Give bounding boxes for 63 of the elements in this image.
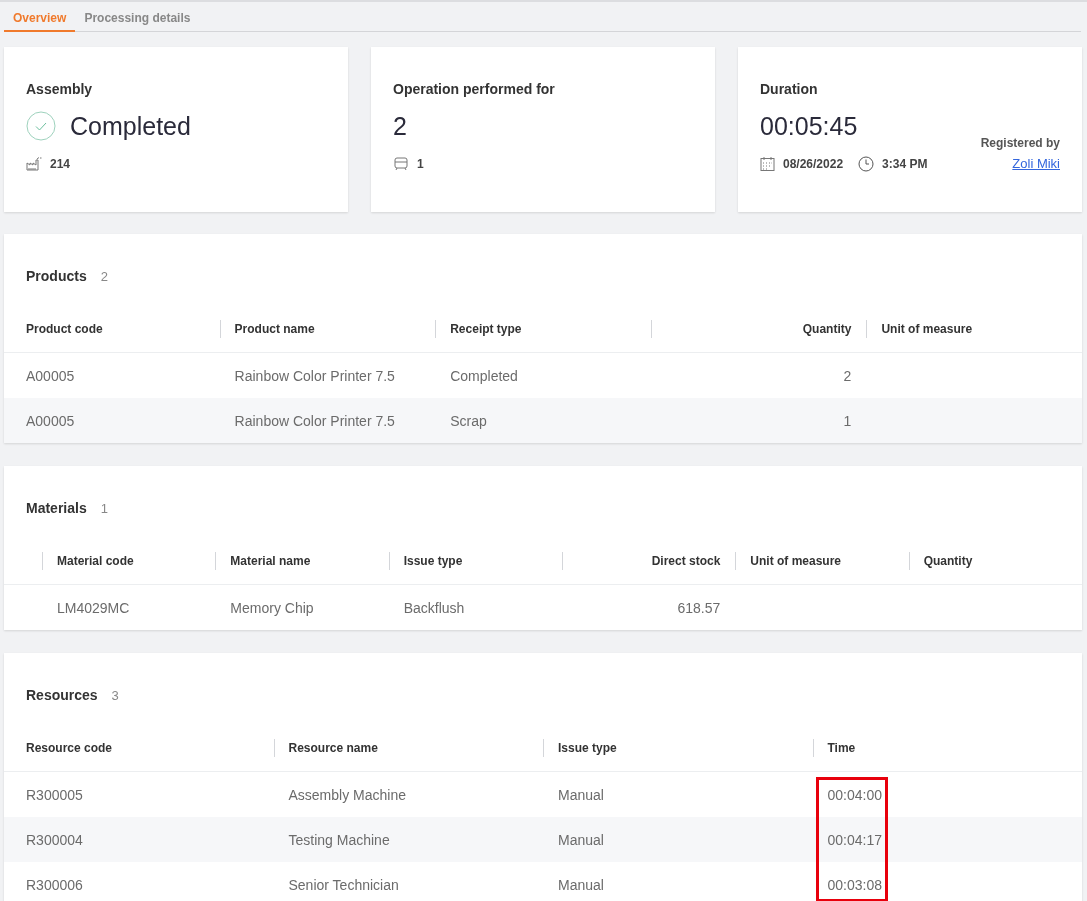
count-text: 1: [100, 501, 108, 516]
clock-icon: [858, 156, 875, 172]
tram-icon: [393, 157, 409, 171]
column-header: Quantity: [923, 554, 973, 568]
column-header: Product code: [26, 322, 103, 336]
table-cell: Assembly Machine: [288, 786, 406, 803]
table-cell: Rainbow Color Printer 7.5: [234, 367, 395, 384]
table-cell: 2: [843, 367, 852, 384]
calendar-icon: [760, 157, 775, 171]
table-cell: Manual: [558, 831, 604, 848]
table-cell: A00005: [26, 367, 75, 384]
column-header: Quantity: [802, 322, 852, 336]
section-title: Resources: [26, 687, 98, 703]
count-text: 1: [417, 157, 424, 171]
column-header: Resource code: [26, 741, 113, 755]
table-cell: Testing Machine: [288, 831, 390, 848]
column-header: Material name: [230, 554, 311, 568]
table-cell: 1: [843, 412, 852, 429]
table-cell: 618.57: [677, 599, 721, 616]
table-cell: R300004: [26, 831, 83, 848]
table-cell: 00:04:00: [827, 786, 882, 803]
table-cell: Memory Chip: [230, 599, 314, 616]
card-title: Operation performed for: [393, 81, 556, 97]
time-text: 3:34 PM: [882, 157, 928, 171]
table-cell: Manual: [558, 876, 604, 893]
card-title: Assembly: [26, 81, 94, 97]
column-header: Direct stock: [651, 554, 721, 568]
column-header: Time: [827, 741, 856, 755]
section-title: Materials: [26, 500, 87, 516]
count-text: 214: [50, 157, 71, 171]
table-cell: R300005: [26, 786, 83, 803]
value-text: 2: [393, 111, 407, 141]
column-header: Issue type: [558, 741, 617, 755]
tab[interactable]: Processing details: [75, 2, 200, 32]
user-link[interactable]: Zoli Miki: [1012, 155, 1060, 171]
column-header: Receipt type: [450, 322, 522, 336]
table-cell: R300006: [26, 876, 83, 893]
count-text: 2: [100, 269, 108, 284]
column-header: Unit of measure: [881, 322, 973, 336]
card-title: Duration: [760, 81, 819, 97]
duration-text: 00:05:45: [760, 111, 858, 141]
table-cell: LM4029MC: [57, 599, 130, 616]
tab[interactable]: Overview: [4, 2, 76, 32]
column-header: Issue type: [403, 554, 463, 568]
table-cell: Scrap: [450, 412, 487, 429]
table-cell: 00:03:08: [827, 876, 882, 893]
table-cell: 00:04:17: [827, 831, 882, 848]
factory-icon: [26, 157, 42, 171]
column-header: Resource name: [288, 741, 378, 755]
date-text: 08/26/2022: [783, 157, 844, 171]
registered-label: Registered by: [980, 135, 1060, 150]
table-cell: Senior Technician: [288, 876, 399, 893]
table-cell: A00005: [26, 412, 75, 429]
table-cell: Rainbow Color Printer 7.5: [234, 412, 395, 429]
table-cell: Manual: [558, 786, 604, 803]
table-cell: Backflush: [403, 599, 465, 616]
status-text: Completed: [70, 111, 191, 141]
column-header: Product name: [234, 322, 315, 336]
table-cell: Completed: [450, 367, 518, 384]
count-text: 3: [111, 688, 119, 703]
column-header: Material code: [57, 554, 134, 568]
section-title: Products: [26, 268, 87, 284]
column-header: Unit of measure: [750, 554, 841, 568]
